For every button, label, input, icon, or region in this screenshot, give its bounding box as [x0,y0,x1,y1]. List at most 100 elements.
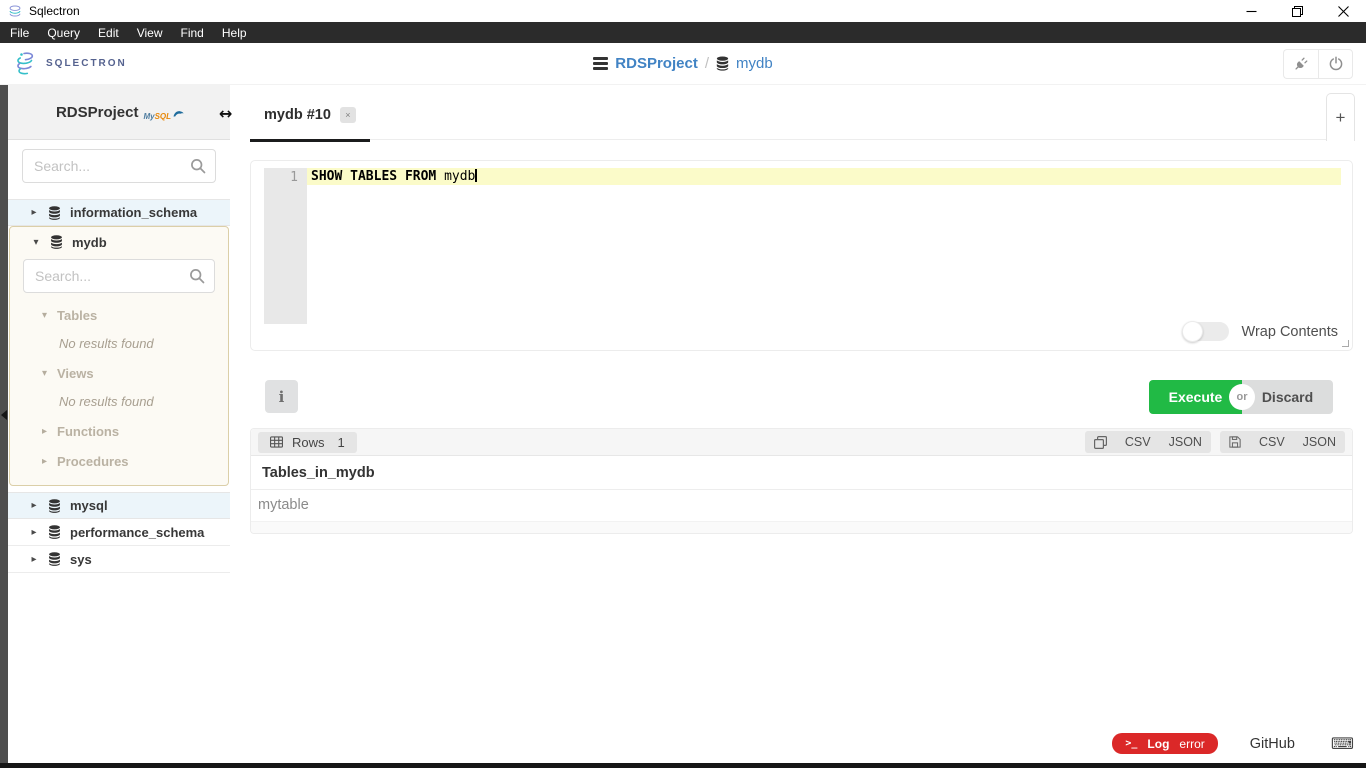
menubar: File Query Edit View Find Help [0,22,1366,43]
sidebar: RDSProject MySQL ↔ ▸ information_schema … [8,85,230,573]
sidebar-item-information-schema[interactable]: ▸ information_schema [8,199,230,226]
status-footer: >_ Log error GitHub ⌨ [1112,733,1354,754]
keyboard-shortcuts-icon[interactable]: ⌨ [1331,734,1354,753]
tab-close-button[interactable]: × [340,107,356,123]
copy-icon-button[interactable] [1085,431,1116,453]
database-icon [48,552,61,566]
breadcrumb-database-link[interactable]: mydb [736,55,773,72]
sqlectron-logo-icon [14,50,42,78]
menu-help[interactable]: Help [213,26,256,40]
menu-edit[interactable]: Edit [89,26,128,40]
save-csv-button[interactable]: CSV [1250,431,1294,453]
mysql-logo-text-my: My [143,112,154,121]
tab-mydb-10[interactable]: mydb #10 × [250,90,370,140]
section-functions[interactable]: ▸ Functions [40,424,228,439]
collapse-left-icon[interactable] [1,410,7,420]
caret-right-icon: ▸ [40,456,49,467]
sidebar-item-sys[interactable]: ▸ sys [8,546,230,573]
breadcrumb-server-link[interactable]: RDSProject [615,55,698,72]
caret-right-icon: ▸ [29,554,39,565]
app-header: SQLECTRON RDSProject / mydb [0,43,1366,85]
editor-gutter: 1 [264,168,307,324]
table-search-input[interactable] [23,259,215,293]
mysql-logo-text-sql: SQL [155,112,171,121]
close-connection-button[interactable] [1318,49,1353,79]
database-search-input[interactable] [22,149,216,183]
database-icon [48,206,61,220]
active-tab-underline [250,139,370,142]
reconnect-button[interactable] [1283,49,1318,79]
close-button[interactable] [1320,0,1366,22]
line-number: 1 [264,168,307,185]
restore-icon [1292,6,1303,17]
section-label-text: Procedures [57,454,129,469]
caret-right-icon: ▸ [29,207,39,218]
result-column-header: Tables_in_mydb [251,456,1352,490]
section-procedures[interactable]: ▸ Procedures [40,454,228,469]
rows-count-button[interactable]: Rows 1 [258,432,357,453]
results-header: Rows 1 CSV JSON CSV JSON [251,429,1352,456]
sqlectron-app-icon [8,4,22,18]
github-link[interactable]: GitHub [1250,736,1295,752]
database-name: mysql [70,498,108,513]
bottom-edge-bar [0,763,1366,768]
sidebar-collapse-strip[interactable] [0,85,8,764]
breadcrumb: RDSProject / mydb [0,55,1366,72]
section-views[interactable]: ▾ Views [40,366,228,381]
search-icon [189,268,205,289]
terminal-icon: >_ [1125,738,1137,749]
window-controls [1228,0,1366,22]
database-name: sys [70,552,92,567]
save-icon [1229,436,1241,448]
sidebar-resize-icon[interactable]: ↔ [219,104,232,123]
database-icon [50,235,63,249]
query-editor-input[interactable]: SHOW TABLES FROM mydb [311,169,477,184]
mysql-logo: MySQL [143,112,182,121]
log-error-button[interactable]: >_ Log error [1112,733,1217,754]
sidebar-header: RDSProject MySQL ↔ [8,85,230,140]
close-icon [1338,6,1349,17]
menu-find[interactable]: Find [172,26,213,40]
database-icon [48,499,61,513]
sidebar-item-mysql[interactable]: ▸ mysql [8,492,230,519]
section-label-text: Functions [57,424,119,439]
restore-button[interactable] [1274,0,1320,22]
section-tables[interactable]: ▾ Tables [40,308,228,323]
sidebar-server-name: RDSProject [56,104,139,121]
menu-view[interactable]: View [128,26,172,40]
caret-right-icon: ▸ [40,426,49,437]
minimize-button[interactable] [1228,0,1274,22]
editor-resize-corner[interactable] [1342,340,1349,347]
section-label-text: Tables [57,308,97,323]
wrap-contents-label: Wrap Contents [1242,324,1338,340]
rows-count: 1 [338,435,345,450]
save-json-button[interactable]: JSON [1294,431,1345,453]
wrap-contents-toggle[interactable] [1182,322,1229,341]
save-icon-button[interactable] [1220,431,1250,453]
sql-keyword: FROM [405,169,444,184]
query-info-button[interactable]: i [265,380,298,413]
copy-export-group: CSV JSON [1085,431,1211,453]
caret-down-icon: ▾ [31,237,41,248]
menu-file[interactable]: File [1,26,38,40]
sidebar-item-performance-schema[interactable]: ▸ performance_schema [8,519,230,546]
text-cursor [475,169,477,182]
new-tab-button[interactable]: + [1326,93,1355,141]
database-icon [48,525,61,539]
copy-json-button[interactable]: JSON [1160,431,1211,453]
discard-button[interactable]: Discard [1242,380,1333,414]
menu-query[interactable]: Query [38,26,89,40]
tab-title: mydb #10 [264,107,331,123]
breadcrumb-separator: / [705,55,709,72]
query-results-panel: Rows 1 CSV JSON CSV JSON Tables_in_mydb … [250,428,1353,534]
section-label-text: Views [57,366,94,381]
caret-right-icon: ▸ [29,527,39,538]
caret-down-icon: ▾ [40,310,49,321]
sidebar-item-mydb[interactable]: ▾ mydb [10,227,228,257]
mysql-dolphin-icon [173,110,184,117]
database-name: mydb [72,235,107,250]
log-label: Log [1147,737,1169,751]
sidebar-search [8,140,230,183]
query-editor-panel: 1 SHOW TABLES FROM mydb Wrap Contents [250,160,1353,351]
copy-csv-button[interactable]: CSV [1116,431,1160,453]
